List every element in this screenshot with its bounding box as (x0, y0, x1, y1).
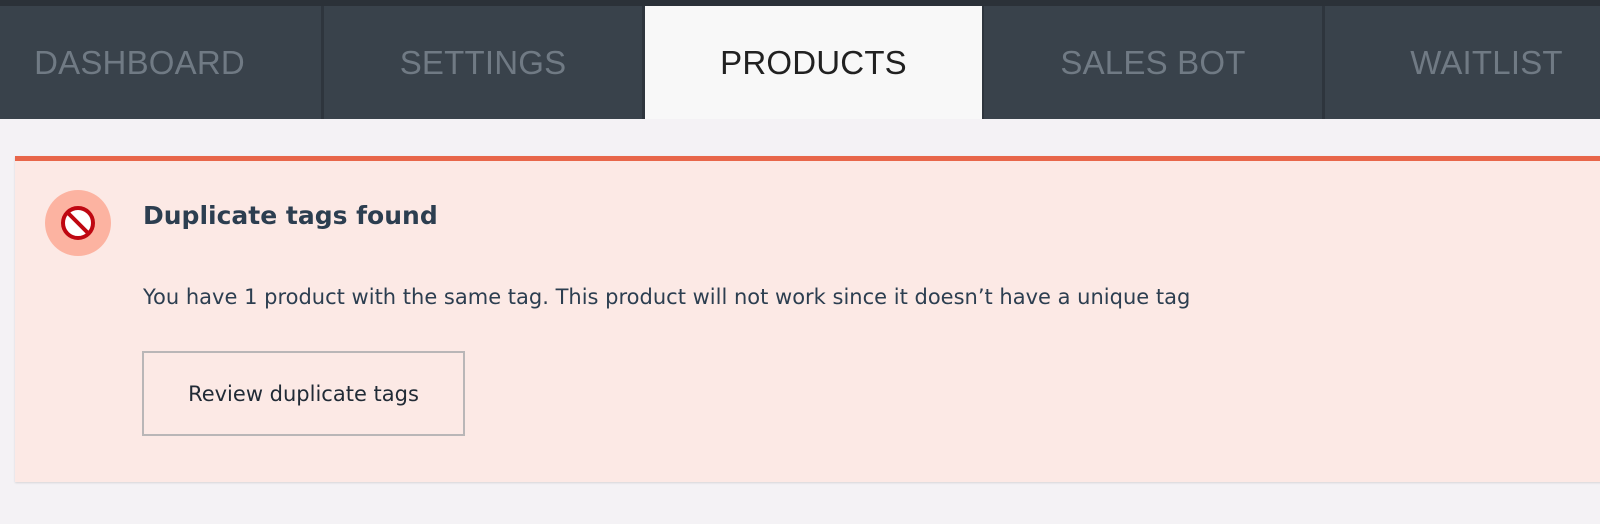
banner-title: Duplicate tags found (143, 201, 438, 230)
tab-label: SALES BOT (1060, 43, 1246, 81)
review-duplicate-tags-button[interactable]: Review duplicate tags (142, 351, 465, 436)
banner-message: You have 1 product with the same tag. Th… (143, 285, 1191, 309)
tab-dashboard[interactable]: DASHBOARD (0, 6, 321, 119)
tab-bar: DASHBOARD SETTINGS PRODUCTS SALES BOT WA… (0, 0, 1600, 119)
tab-label: WAITLIST (1410, 43, 1563, 81)
error-banner: Duplicate tags found You have 1 product … (15, 156, 1600, 482)
prohibited-icon (45, 190, 111, 256)
tab-label: PRODUCTS (720, 43, 907, 81)
tab-label: SETTINGS (399, 43, 567, 81)
tab-products[interactable]: PRODUCTS (645, 6, 982, 119)
tab-settings[interactable]: SETTINGS (324, 6, 642, 119)
tab-label: DASHBOARD (34, 43, 245, 81)
tab-sales-bot[interactable]: SALES BOT (984, 6, 1322, 119)
tab-waitlist[interactable]: WAITLIST (1325, 6, 1600, 119)
